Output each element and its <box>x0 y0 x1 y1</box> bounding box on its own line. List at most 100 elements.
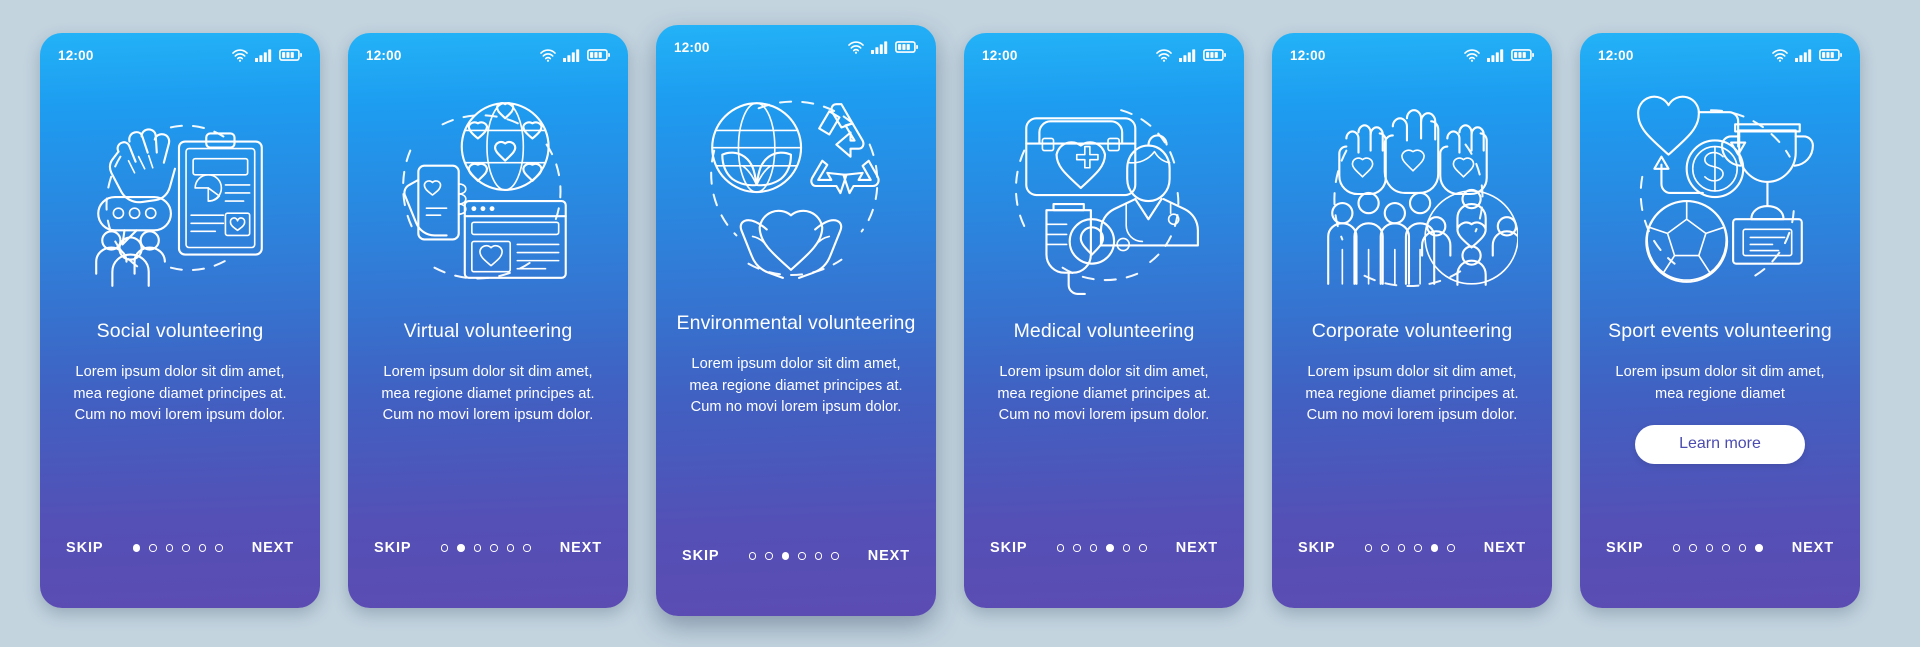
card-description: Lorem ipsum dolor sit dim amet, mea regi… <box>1305 364 1519 423</box>
status-time: 12:00 <box>1290 47 1326 63</box>
pagination-dot-6[interactable] <box>831 552 839 560</box>
pagination-dot-5[interactable] <box>814 552 823 560</box>
card-footer-nav: SKIP NEXT <box>1580 540 1860 556</box>
pagination-dot-6[interactable] <box>215 544 223 552</box>
status-icons <box>1464 48 1534 62</box>
pagination-dot-5[interactable] <box>198 544 207 552</box>
status-time: 12:00 <box>982 47 1018 63</box>
pagination-dot-4[interactable] <box>490 544 498 552</box>
status-time: 12:00 <box>1598 47 1634 63</box>
signal-icon <box>255 48 272 62</box>
pagination-dot-3[interactable] <box>1705 544 1714 552</box>
status-time: 12:00 <box>674 39 710 55</box>
skip-button[interactable]: SKIP <box>1298 540 1335 556</box>
pagination-dot-1[interactable] <box>1056 544 1065 552</box>
wifi-icon <box>848 40 864 54</box>
medical-volunteering-illustration-svg <box>1015 109 1199 296</box>
pagination-dot-2[interactable] <box>1381 544 1389 552</box>
onboarding-screens-stage: 12:00 Social volunteering Lorem ipsum do… <box>0 0 1920 647</box>
pagination-dot-4[interactable] <box>798 552 806 560</box>
wifi-icon <box>1156 48 1172 62</box>
next-button[interactable]: NEXT <box>868 548 910 564</box>
card-description: Lorem ipsum dolor sit dim amet, mea regi… <box>73 364 287 423</box>
learn-more-button[interactable]: Learn more <box>1635 425 1805 464</box>
card-footer-nav: SKIP NEXT <box>964 540 1244 556</box>
card-text-block: Environmental volunteering Lorem ipsum d… <box>656 311 936 419</box>
pagination-dot-4[interactable] <box>1106 544 1114 552</box>
pagination-dot-2[interactable] <box>457 544 465 552</box>
wifi-icon <box>540 48 556 62</box>
pagination-dot-2[interactable] <box>149 544 157 552</box>
onboarding-card-environmental: 12:00 Environmental volunteering Lorem i… <box>656 25 936 616</box>
battery-icon <box>895 41 918 53</box>
signal-icon <box>563 48 580 62</box>
social-volunteering-illustration-svg <box>95 124 263 287</box>
pagination-dots <box>1672 544 1763 552</box>
pagination-dot-1[interactable] <box>1672 544 1681 552</box>
pagination-dot-1[interactable] <box>132 544 141 552</box>
onboarding-card-corporate: 12:00 Corporate volunteering Lorem ipsum… <box>1272 33 1552 608</box>
pagination-dot-3[interactable] <box>781 552 790 560</box>
card-text-block: Corporate volunteering Lorem ipsum dolor… <box>1272 319 1552 427</box>
onboarding-card-social: 12:00 Social volunteering Lorem ipsum do… <box>40 33 320 608</box>
pagination-dot-6[interactable] <box>1447 544 1455 552</box>
pagination-dot-5[interactable] <box>1430 544 1439 552</box>
next-button[interactable]: NEXT <box>1484 540 1526 556</box>
pagination-dot-6[interactable] <box>523 544 531 552</box>
onboarding-card-sport-events: 12:00 Sport events volunteering Lorem ip… <box>1580 33 1860 608</box>
pagination-dots <box>132 544 223 552</box>
skip-button[interactable]: SKIP <box>682 548 719 564</box>
pagination-dot-3[interactable] <box>1397 544 1406 552</box>
pagination-dot-4[interactable] <box>1414 544 1422 552</box>
pagination-dot-1[interactable] <box>748 552 757 560</box>
pagination-dot-3[interactable] <box>165 544 174 552</box>
virtual-volunteering-illustration-svg <box>402 102 567 280</box>
skip-button[interactable]: SKIP <box>1606 540 1643 556</box>
sport-events-volunteering-illustration-svg <box>1637 95 1814 283</box>
card-title: Environmental volunteering <box>676 312 916 334</box>
card-footer-nav: SKIP NEXT <box>348 540 628 556</box>
next-button[interactable]: NEXT <box>560 540 602 556</box>
pagination-dot-5[interactable] <box>1122 544 1131 552</box>
pagination-dot-1[interactable] <box>1364 544 1373 552</box>
pagination-dots <box>748 552 839 560</box>
pagination-dot-3[interactable] <box>1089 544 1098 552</box>
pagination-dot-4[interactable] <box>182 544 190 552</box>
card-text-block: Social volunteering Lorem ipsum dolor si… <box>40 319 320 427</box>
medical-volunteering-illustration <box>964 79 1244 309</box>
card-title: Sport events volunteering <box>1608 320 1832 342</box>
signal-icon <box>1795 48 1812 62</box>
status-icons <box>232 48 302 62</box>
status-bar: 12:00 <box>1272 33 1552 77</box>
skip-button[interactable]: SKIP <box>374 540 411 556</box>
pagination-dot-2[interactable] <box>1689 544 1697 552</box>
status-bar: 12:00 <box>1580 33 1860 77</box>
pagination-dot-2[interactable] <box>765 552 773 560</box>
pagination-dot-5[interactable] <box>1738 544 1747 552</box>
pagination-dot-1[interactable] <box>440 544 449 552</box>
battery-icon <box>1511 49 1534 61</box>
battery-icon <box>587 49 610 61</box>
next-button[interactable]: NEXT <box>1176 540 1218 556</box>
card-text-block: Sport events volunteering Lorem ipsum do… <box>1580 319 1860 464</box>
card-footer-nav: SKIP NEXT <box>656 548 936 564</box>
skip-button[interactable]: SKIP <box>66 540 103 556</box>
pagination-dot-3[interactable] <box>473 544 482 552</box>
skip-button[interactable]: SKIP <box>990 540 1027 556</box>
status-time: 12:00 <box>366 47 402 63</box>
pagination-dot-6[interactable] <box>1755 544 1763 552</box>
next-button[interactable]: NEXT <box>252 540 294 556</box>
wifi-icon <box>1464 48 1480 62</box>
pagination-dot-6[interactable] <box>1139 544 1147 552</box>
status-time: 12:00 <box>58 47 94 63</box>
pagination-dots <box>1056 544 1147 552</box>
card-footer-nav: SKIP NEXT <box>40 540 320 556</box>
card-title: Social volunteering <box>96 320 264 342</box>
next-button[interactable]: NEXT <box>1792 540 1834 556</box>
card-text-block: Medical volunteering Lorem ipsum dolor s… <box>964 319 1244 427</box>
pagination-dot-5[interactable] <box>506 544 515 552</box>
pagination-dot-2[interactable] <box>1073 544 1081 552</box>
status-icons <box>848 40 918 54</box>
pagination-dot-4[interactable] <box>1722 544 1730 552</box>
onboarding-card-virtual: 12:00 Virtual volunteering Lorem ipsum d… <box>348 33 628 608</box>
